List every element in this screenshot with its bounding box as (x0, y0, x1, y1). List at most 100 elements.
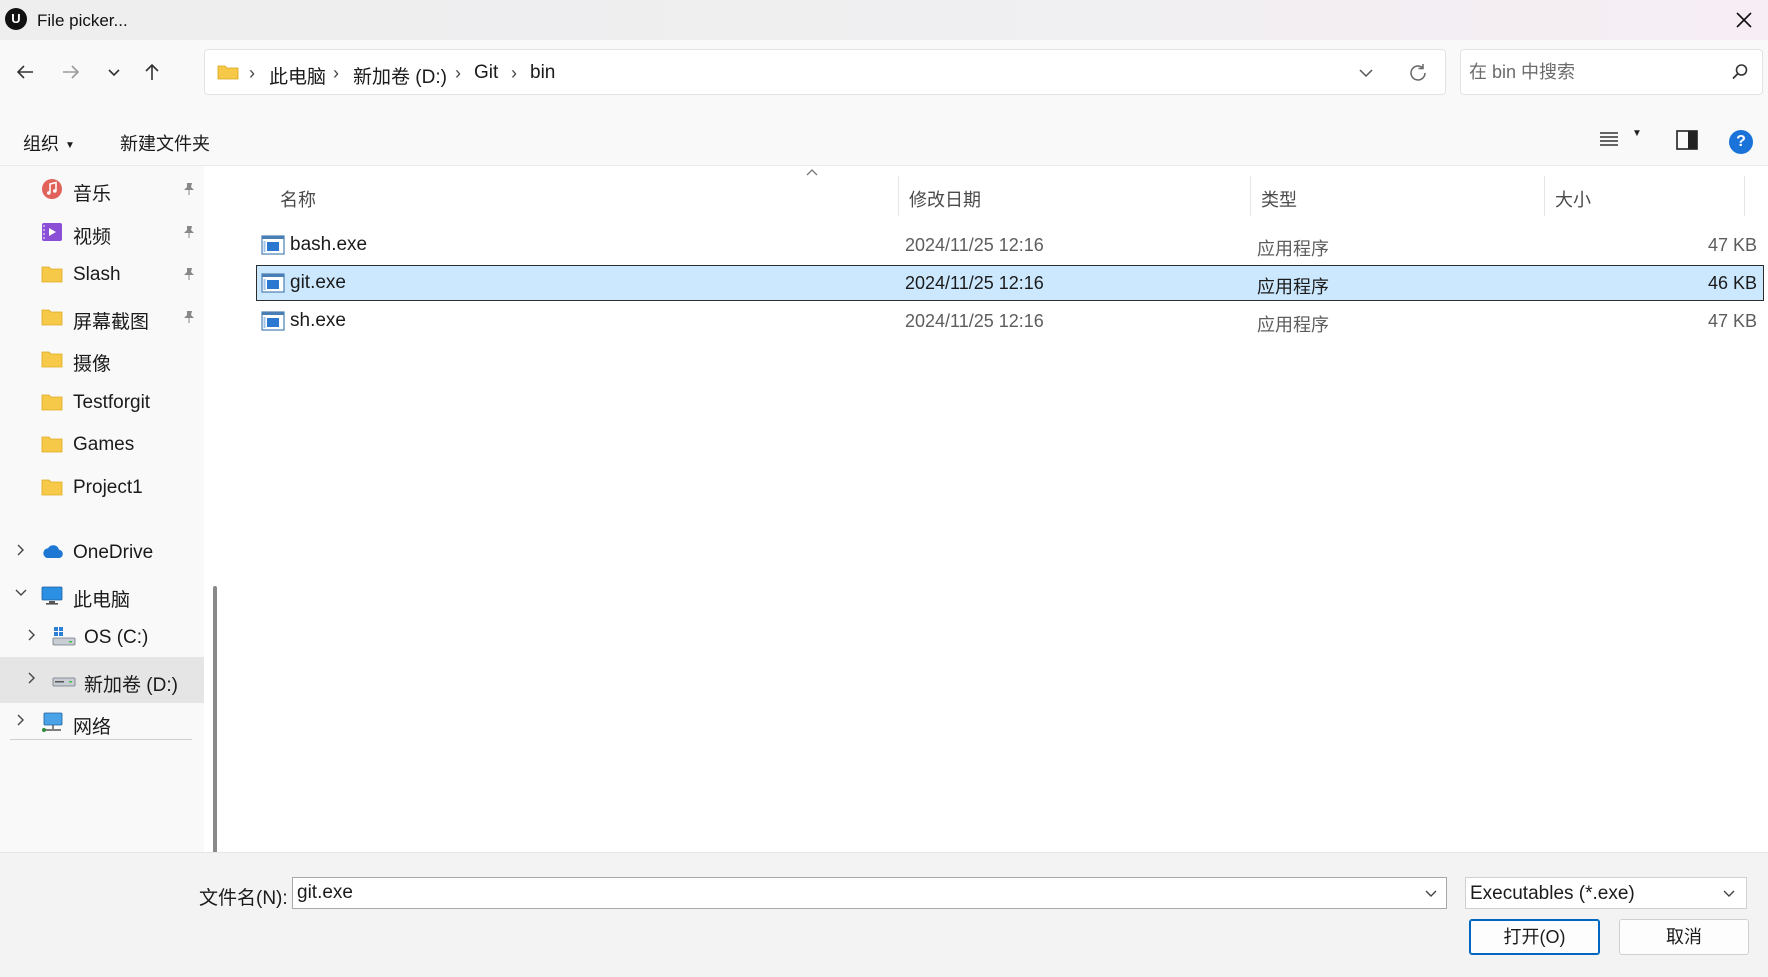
sidebar-item-label: Testforgit (73, 391, 151, 413)
breadcrumb-this-pc[interactable]: 此电脑 (269, 62, 326, 89)
windows-drive-icon (52, 626, 76, 648)
sidebar-tree-item-4[interactable]: 网络 (0, 699, 204, 745)
sidebar-tree-label: OneDrive (73, 542, 154, 563)
file-row[interactable]: git.exe 2024/11/25 12:16 应用程序 46 KB (256, 265, 1764, 301)
sidebar-tree-item-1[interactable]: 此电脑 (0, 572, 204, 618)
chevron-down-icon[interactable] (14, 586, 28, 605)
breadcrumb-separator: › (249, 63, 255, 83)
filetype-select[interactable]: Executables (*.exe) (1465, 877, 1747, 909)
pin-icon (183, 182, 196, 201)
open-button[interactable]: 打开(O) (1469, 919, 1600, 955)
folder-icon (41, 476, 63, 498)
file-picker-window: U File picker... › 此电脑 › 新加卷 (D:) › Git … (0, 0, 1768, 977)
sidebar-item-3[interactable]: 屏幕截图 (0, 294, 204, 340)
breadcrumb-git[interactable]: Git (474, 62, 498, 84)
up-arrow-icon (145, 63, 159, 80)
back-arrow-icon (16, 65, 33, 79)
column-header-type[interactable]: 类型 (1250, 176, 1534, 216)
folder-icon (41, 263, 63, 285)
pin-icon (183, 225, 196, 244)
cloud-icon (41, 541, 63, 563)
file-date: 2024/11/25 12:16 (905, 235, 1044, 255)
filename-input[interactable] (297, 881, 1397, 905)
sidebar-item-4[interactable]: 摄像 (0, 336, 204, 382)
sidebar-item-5[interactable]: Testforgit (0, 379, 204, 425)
column-header-name[interactable]: 名称 (280, 176, 818, 216)
cancel-button[interactable]: 取消 (1619, 919, 1749, 955)
sidebar-item-1[interactable]: 视频 (0, 209, 204, 255)
file-list: 名称 修改日期 类型 大小 bash.exe 2024/11/25 12:16 应用… (230, 166, 1768, 852)
dialog-footer: 文件名(N): Executables (*.exe) 打开(O) 取消 (0, 852, 1768, 977)
video-icon (41, 221, 63, 243)
chevron-down-icon (1723, 890, 1735, 897)
sidebar-item-label: 屏幕截图 (73, 311, 150, 333)
file-row[interactable]: bash.exe 2024/11/25 12:16 应用程序 47 KB (256, 227, 1764, 263)
column-header-end (1744, 176, 1764, 216)
sidebar-item-label: Project1 (73, 476, 143, 498)
file-size: 47 KB (1707, 235, 1757, 255)
new-folder-button[interactable]: 新建文件夹 (120, 130, 210, 156)
unreal-logo-icon: U (5, 8, 27, 30)
file-type: 应用程序 (1257, 315, 1329, 335)
close-button[interactable] (1722, 0, 1768, 40)
chevron-down-icon[interactable] (1424, 887, 1438, 901)
sidebar-item-6[interactable]: Games (0, 421, 204, 467)
up-button[interactable] (136, 56, 168, 88)
back-button[interactable] (9, 56, 41, 88)
filename-combobox[interactable] (292, 877, 1447, 909)
search-icon[interactable] (1730, 62, 1750, 82)
breadcrumb-bin[interactable]: bin (530, 62, 555, 84)
file-name: sh.exe (290, 310, 346, 331)
file-size: 46 KB (1707, 273, 1757, 293)
sidebar-tree-label: 新加卷 (D:) (84, 675, 178, 696)
sidebar-item-2[interactable]: Slash (0, 251, 204, 297)
forward-button[interactable] (55, 56, 87, 88)
breadcrumb-separator: › (455, 63, 461, 83)
file-type: 应用程序 (1257, 277, 1329, 297)
breadcrumb-drive-d[interactable]: 新加卷 (D:) (353, 62, 447, 89)
command-toolbar: 组织 ▼ 新建文件夹 ▼ ? (0, 104, 1768, 166)
organize-menu[interactable]: 组织 ▼ (23, 130, 75, 156)
file-name: git.exe (290, 272, 346, 293)
sidebar-item-7[interactable]: Project1 (0, 464, 204, 510)
chevron-right-icon[interactable] (14, 543, 28, 562)
chevron-down-icon (108, 69, 120, 77)
folder-icon (217, 65, 239, 80)
address-bar[interactable]: › 此电脑 › 新加卷 (D:) › Git › bin (204, 49, 1446, 95)
forward-arrow-icon (63, 65, 80, 79)
column-header-size[interactable]: 大小 (1544, 176, 1744, 216)
view-options-caret-icon[interactable]: ▼ (1632, 128, 1642, 139)
details-view-icon[interactable] (1598, 128, 1620, 150)
file-row[interactable]: sh.exe 2024/11/25 12:16 应用程序 47 KB (256, 303, 1764, 339)
sidebar-tree-label: 网络 (73, 717, 112, 738)
chevron-right-icon[interactable] (25, 671, 39, 690)
navigation-bar: › 此电脑 › 新加卷 (D:) › Git › bin (0, 40, 1768, 104)
title-bar: U File picker... (0, 0, 1768, 40)
column-header-date[interactable]: 修改日期 (898, 176, 1238, 216)
help-button[interactable]: ? (1729, 130, 1753, 154)
sort-ascending-icon (806, 169, 818, 176)
sidebar-tree-item-2[interactable]: OS (C:) (0, 614, 204, 660)
address-history-chevron-icon[interactable] (1357, 64, 1375, 82)
sidebar-tree-label: OS (C:) (84, 627, 149, 648)
close-icon (1736, 12, 1752, 28)
sidebar-tree-label: 此电脑 (73, 590, 131, 611)
search-input[interactable] (1469, 60, 1709, 84)
window-title: File picker... (37, 11, 128, 30)
search-box[interactable] (1460, 49, 1763, 95)
breadcrumb-separator: › (333, 63, 339, 83)
recent-locations-button[interactable] (98, 56, 130, 88)
folder-icon (41, 348, 63, 370)
refresh-icon[interactable] (1407, 62, 1429, 84)
chevron-right-icon[interactable] (25, 628, 39, 647)
drive-icon (52, 669, 76, 691)
file-size: 47 KB (1707, 311, 1757, 331)
sidebar-item-0[interactable]: 音乐 (0, 166, 204, 212)
sidebar-tree-item-0[interactable]: OneDrive (0, 529, 204, 575)
preview-pane-icon[interactable] (1676, 130, 1698, 150)
sidebar-item-label: Slash (73, 264, 121, 285)
sidebar-tree-item-3[interactable]: 新加卷 (D:) (0, 657, 204, 703)
caret-down-icon: ▼ (65, 140, 75, 151)
executable-file-icon (261, 273, 285, 298)
chevron-right-icon[interactable] (14, 713, 28, 732)
